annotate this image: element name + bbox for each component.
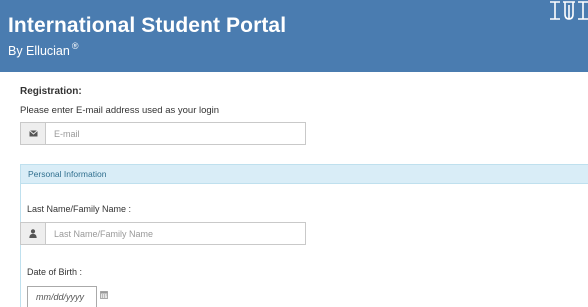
dob-field[interactable] [27, 286, 97, 307]
personal-info-heading-text: Personal Information [28, 169, 107, 179]
registration-hint: Please enter E-mail address used as your… [20, 105, 220, 116]
portal-subtitle-text: By Ellucian [8, 44, 70, 59]
portal-title: International Student Portal [8, 14, 287, 37]
last-name-label: Last Name/Family Name : [27, 204, 132, 214]
email-field[interactable] [46, 123, 305, 144]
registered-mark: ® [71, 41, 79, 51]
portal-subtitle: By Ellucian ® [8, 41, 79, 59]
portal-header: International Student Portal By Ellucian… [0, 0, 588, 72]
iu-trident-logo-icon [550, 1, 588, 20]
dob-label: Date of Birth : [27, 267, 83, 277]
personal-info-heading: Personal Information [21, 165, 588, 184]
envelope-icon [21, 123, 46, 144]
calendar-icon[interactable] [100, 291, 108, 299]
registration-label: Registration: [20, 86, 82, 97]
email-input-group [20, 122, 306, 145]
user-icon [21, 223, 46, 244]
last-name-input-group [20, 222, 306, 245]
last-name-field[interactable] [46, 223, 305, 244]
